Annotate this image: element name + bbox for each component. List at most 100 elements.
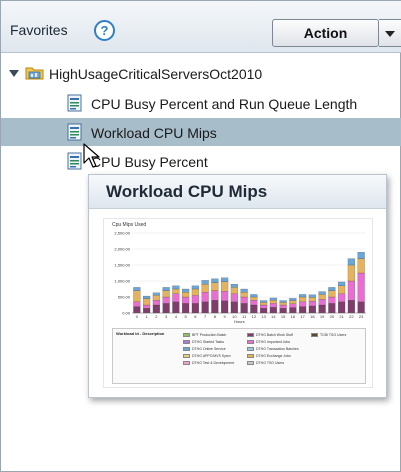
y-tick-label: 2,500.00 — [114, 231, 130, 236]
bar-segment — [250, 294, 258, 298]
bar-segment — [328, 296, 336, 304]
action-button[interactable]: Action — [272, 19, 379, 47]
bar-segment — [211, 282, 219, 291]
legend-item: DTHG Important Jobs — [247, 340, 290, 345]
bar-segment — [328, 290, 336, 298]
x-tick-label: 8 — [214, 314, 217, 319]
bar-segment — [182, 303, 190, 314]
bar-segment — [182, 296, 190, 304]
bar-segment — [143, 295, 151, 299]
bar-segment — [357, 252, 365, 259]
bar-segment — [260, 302, 268, 306]
bar-segment — [269, 303, 277, 308]
bar-segment — [133, 290, 141, 302]
x-tick-label: 23 — [359, 314, 364, 319]
bar-segment — [308, 301, 316, 307]
bar-segment — [279, 302, 287, 306]
report-icon — [67, 94, 82, 112]
bar-segment — [152, 304, 160, 314]
legend-header: Workload Id - Description — [116, 331, 165, 336]
tree-folder-row[interactable]: HighUsageCriticalServersOct2010 — [1, 59, 401, 87]
legend-swatch — [183, 361, 190, 366]
bar-segment — [260, 304, 268, 309]
thumbnail-chart: 2,500.00 2,000.00 1,500.00 1,000.00 500.00 0.… — [114, 231, 366, 319]
tree-item-row-selected[interactable]: Workload CPU Mips — [1, 118, 401, 146]
tree-item-row[interactable]: CPU Busy Percent and Run Queue Length — [1, 89, 401, 117]
bar-segment — [269, 307, 277, 314]
x-tick-label: 17 — [300, 314, 305, 319]
bar-segment — [201, 292, 209, 302]
y-tick-label: 1,500.00 — [114, 263, 130, 268]
legend-swatch — [247, 333, 254, 338]
x-tick-label: 1 — [146, 314, 149, 319]
bar-segment — [289, 298, 297, 301]
tree-item-row[interactable]: CPU Busy Percent — [1, 147, 401, 175]
bar-segment — [338, 285, 346, 294]
bar-segment — [133, 301, 141, 307]
bar-segment — [289, 303, 297, 308]
bar-segment — [182, 292, 190, 298]
x-tick-label: 12 — [252, 314, 257, 319]
bar-segment — [143, 304, 151, 309]
bar-segment — [269, 297, 277, 301]
bar-segment — [308, 294, 316, 298]
bar-segment — [191, 288, 199, 296]
bar-segment — [172, 293, 180, 302]
bar-segment — [308, 297, 316, 302]
x-tick-label: 20 — [330, 314, 335, 319]
bar-segment — [152, 292, 160, 296]
bar-segment — [318, 304, 326, 314]
bar-segment — [162, 296, 170, 304]
hover-preview-popup: Workload CPU Mips Cpu Mips Used 2,500.00… — [88, 174, 387, 398]
bar-segment — [172, 288, 180, 294]
bar-segment — [240, 292, 248, 298]
bar-segment — [347, 300, 355, 314]
legend-swatch — [183, 333, 190, 338]
bar-segment — [191, 295, 199, 304]
bar-segment — [162, 303, 170, 314]
mouse-cursor-icon — [83, 143, 100, 168]
x-tick-label: 16 — [291, 314, 296, 319]
folder-icon — [25, 67, 44, 80]
help-icon[interactable]: ? — [94, 20, 115, 41]
y-tick-label: 0.00 — [122, 311, 131, 316]
legend-item: TCBI TSO Users — [311, 333, 346, 338]
bar-segment — [250, 300, 258, 306]
x-tick-label: 6 — [194, 314, 197, 319]
report-icon — [67, 152, 82, 170]
legend-swatch — [247, 347, 254, 352]
bar-segment — [182, 288, 190, 293]
legend-item: DTHG Online Service — [183, 347, 226, 352]
x-tick-label: 13 — [261, 314, 266, 319]
legend-item: DTHG Transaction Batches — [247, 347, 299, 352]
bar-segment — [289, 300, 297, 304]
x-tick-label: 9 — [224, 314, 227, 319]
bar-segment — [299, 306, 307, 314]
bar-segment — [191, 285, 199, 290]
bar-segment — [299, 296, 307, 302]
thumbnail-legend: Workload Id - Description BPT Production… — [112, 328, 366, 384]
bar-segment — [230, 301, 238, 314]
expand-arrow-icon[interactable] — [9, 70, 19, 77]
legend-item: DTHG Exchange Jobs — [247, 354, 291, 359]
bar-segment — [347, 264, 355, 282]
y-tick-label: 1,000.00 — [114, 279, 130, 284]
legend-item: BPT Production Batch — [183, 333, 226, 338]
bar-segment — [211, 278, 219, 283]
bar-segment — [211, 290, 219, 301]
x-tick-label: 4 — [175, 314, 178, 319]
x-tick-label: 15 — [281, 314, 286, 319]
bar-segment — [152, 300, 160, 306]
bar-segment — [318, 299, 326, 306]
bar-segment — [279, 308, 287, 314]
tree-item-label: CPU Busy Percent — [91, 154, 208, 170]
bar-segment — [289, 307, 297, 314]
bar-segment — [143, 308, 151, 314]
favorites-panel: Favorites ? Action HighUsageCriticalServ… — [0, 0, 401, 472]
bar-segment — [347, 258, 355, 266]
action-dropdown-arrow-icon[interactable] — [379, 19, 401, 47]
x-tick-label: 22 — [349, 314, 354, 319]
bar-segment — [250, 296, 258, 301]
bar-segment — [338, 301, 346, 314]
bar-segment — [221, 281, 229, 292]
